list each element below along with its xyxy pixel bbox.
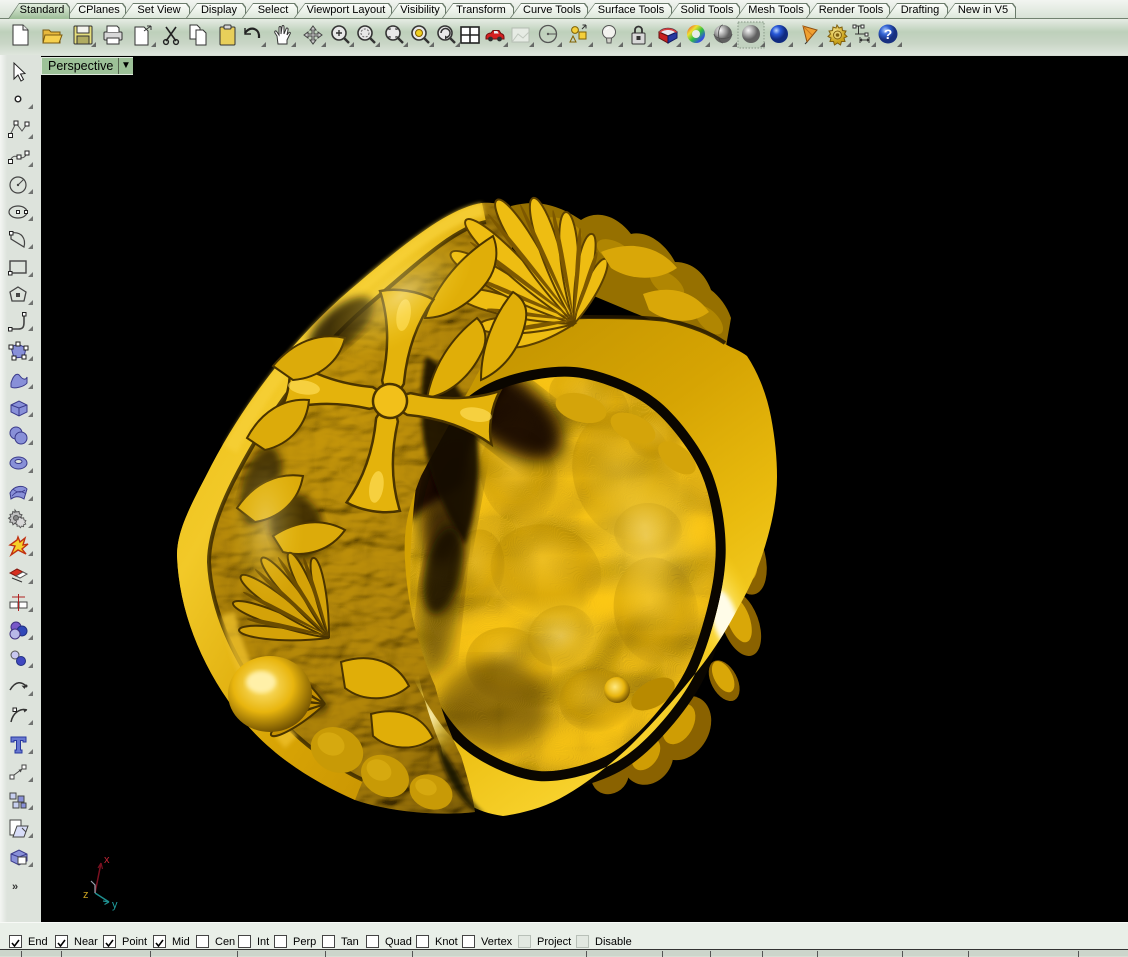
svg-text:y: y <box>112 899 118 911</box>
svg-text:z: z <box>83 889 89 901</box>
svg-text:?: ? <box>884 26 893 42</box>
svg-text:»: » <box>12 881 18 893</box>
svg-text:x: x <box>104 854 110 866</box>
